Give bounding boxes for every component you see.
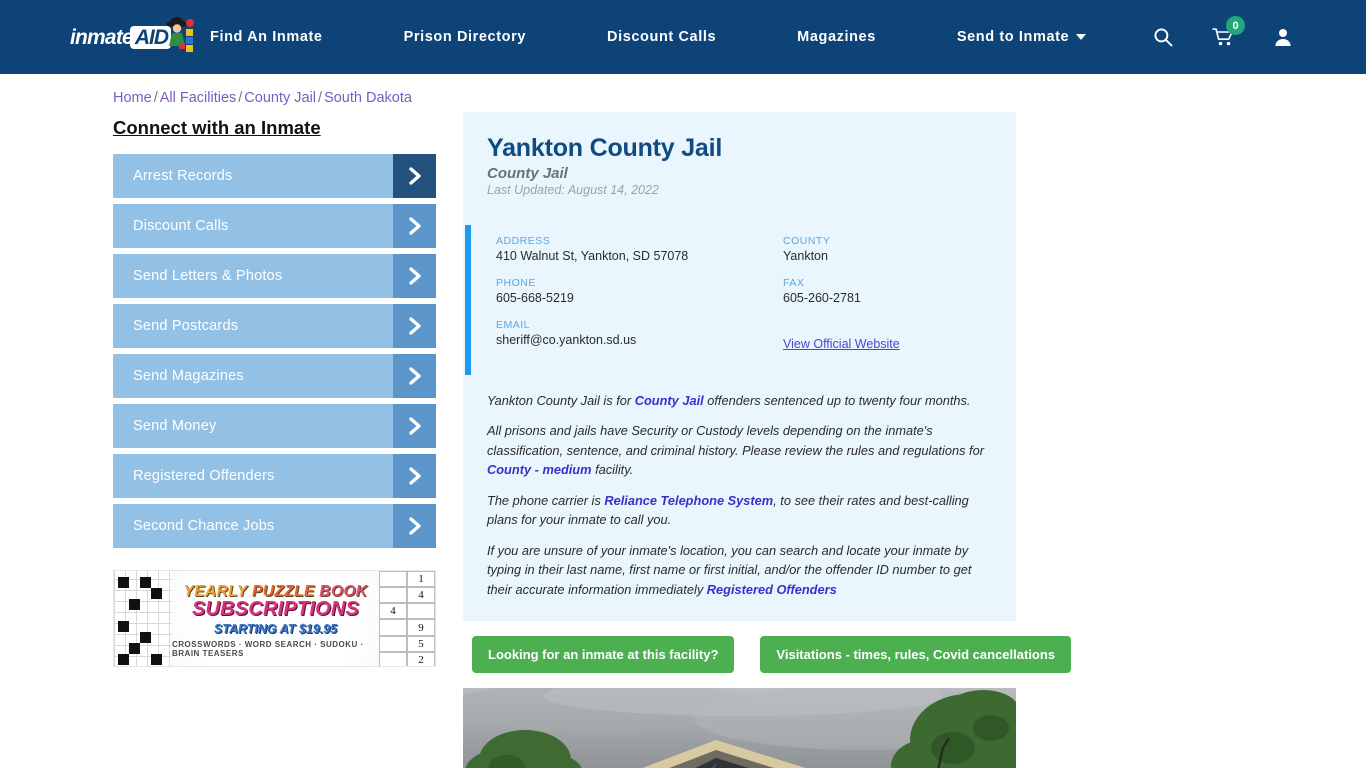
description-paragraph-2: All prisons and jails have Security or C… bbox=[487, 423, 984, 478]
breadcrumb-item-home[interactable]: Home bbox=[113, 90, 152, 106]
link-county-medium[interactable]: County - medium bbox=[487, 462, 592, 477]
breadcrumb-separator: / bbox=[153, 90, 158, 106]
breadcrumb-item-south-dakota[interactable]: South Dakota bbox=[324, 90, 412, 106]
breadcrumb-item-county-jail[interactable]: County Jail bbox=[244, 90, 316, 106]
nav-item-discount-calls[interactable]: Discount Calls bbox=[607, 29, 716, 45]
visitations-button[interactable]: Visitations - times, rules, Covid cancel… bbox=[760, 635, 1072, 673]
address-value: 410 Walnut St, Yankton, SD 57078 bbox=[496, 249, 689, 263]
county-label: COUNTY bbox=[783, 235, 831, 247]
sidebar-item-send-magazines[interactable]: Send Magazines bbox=[113, 354, 436, 398]
sidebar-item-send-money[interactable]: Send Money bbox=[113, 404, 436, 448]
ad-categories: CROSSWORDS · WORD SEARCH · SUDOKU · BRAI… bbox=[172, 640, 364, 659]
sidebar-item-label: Send Money bbox=[133, 418, 217, 434]
facility-photo bbox=[463, 687, 1016, 768]
view-official-website-link[interactable]: View Official Website bbox=[783, 337, 900, 351]
sidebar-item-registered-offenders[interactable]: Registered Offenders bbox=[113, 454, 436, 498]
chevron-right-icon bbox=[393, 354, 436, 398]
sidebar-item-label: Second Chance Jobs bbox=[133, 518, 275, 534]
header-icon-group: 0 bbox=[1152, 0, 1366, 74]
email-label: EMAIL bbox=[496, 319, 531, 331]
contact-column-right: COUNTY Yankton FAX 605-260-2781 View Off… bbox=[756, 235, 1016, 361]
county-value: Yankton bbox=[783, 249, 828, 263]
sidebar: Connect with an Inmate Arrest Records Di… bbox=[113, 112, 450, 768]
link-county-jail[interactable]: County Jail bbox=[635, 393, 704, 408]
nav-item-prison-directory[interactable]: Prison Directory bbox=[404, 29, 526, 45]
main-navigation: Find An Inmate Prison Directory Discount… bbox=[200, 0, 1152, 74]
sidebar-title: Connect with an Inmate bbox=[113, 117, 321, 138]
cart-icon[interactable]: 0 bbox=[1212, 16, 1245, 48]
cart-count-badge: 0 bbox=[1226, 16, 1245, 35]
contact-column-left: ADDRESS 410 Walnut St, Yankton, SD 57078… bbox=[496, 235, 756, 361]
main-content: Yankton County Jail County Jail Last Upd… bbox=[463, 112, 1072, 768]
contact-info-block: ADDRESS 410 Walnut St, Yankton, SD 57078… bbox=[463, 225, 1016, 375]
breadcrumb-separator: / bbox=[238, 90, 243, 106]
description-paragraph-1: Yankton County Jail is for County Jail o… bbox=[487, 393, 971, 408]
sidebar-item-discount-calls[interactable]: Discount Calls bbox=[113, 204, 436, 248]
chevron-right-icon bbox=[393, 254, 436, 298]
nav-item-magazines[interactable]: Magazines bbox=[797, 29, 876, 45]
phone-label: PHONE bbox=[496, 277, 536, 289]
chevron-right-icon bbox=[393, 204, 436, 248]
nav-item-send-to-inmate-label: Send to Inmate bbox=[956, 29, 1070, 45]
sidebar-item-second-chance-jobs[interactable]: Second Chance Jobs bbox=[113, 504, 436, 548]
email-value: sheriff@co.yankton.sd.us bbox=[496, 333, 637, 347]
puzzle-book-ad[interactable]: YEARLY PUZZLE BOOK SUBSCRIPTIONS STARTIN… bbox=[113, 570, 436, 667]
breadcrumb-item-all-facilities[interactable]: All Facilities bbox=[160, 90, 237, 106]
sidebar-item-arrest-records[interactable]: Arrest Records bbox=[113, 154, 436, 198]
phone-value: 605-668-5219 bbox=[496, 291, 574, 305]
ad-price: STARTING AT $19.95 bbox=[213, 622, 338, 637]
link-registered-offenders[interactable]: Registered Offenders bbox=[707, 582, 837, 597]
site-logo[interactable]: inmateAID bbox=[70, 15, 194, 59]
sidebar-item-label: Send Letters & Photos bbox=[133, 268, 283, 284]
address-label: ADDRESS bbox=[496, 235, 551, 247]
sidebar-item-send-letters-photos[interactable]: Send Letters & Photos bbox=[113, 254, 436, 298]
search-icon[interactable] bbox=[1152, 26, 1174, 48]
sidebar-item-label: Registered Offenders bbox=[133, 468, 275, 484]
facility-type: County Jail bbox=[487, 165, 568, 182]
fax-value: 605-260-2781 bbox=[783, 291, 861, 305]
description-paragraph-4: If you are unsure of your inmate's locat… bbox=[487, 542, 972, 597]
cta-button-row: Looking for an inmate at this facility? … bbox=[472, 635, 1072, 673]
crossword-graphic bbox=[114, 571, 172, 666]
chevron-right-icon bbox=[393, 504, 436, 548]
page-title: Yankton County Jail bbox=[487, 134, 723, 162]
sidebar-item-send-postcards[interactable]: Send Postcards bbox=[113, 304, 436, 348]
facility-panel: Yankton County Jail County Jail Last Upd… bbox=[463, 112, 1016, 621]
sidebar-item-label: Send Magazines bbox=[133, 368, 244, 384]
nav-item-send-to-inmate[interactable]: Send to Inmate bbox=[956, 29, 1087, 45]
chevron-right-icon bbox=[393, 454, 436, 498]
fax-label: FAX bbox=[783, 277, 805, 289]
chevron-right-icon bbox=[393, 154, 436, 198]
ad-subheadline: SUBSCRIPTIONS bbox=[191, 598, 360, 621]
find-inmate-button[interactable]: Looking for an inmate at this facility? bbox=[472, 635, 735, 673]
chevron-right-icon bbox=[393, 304, 436, 348]
link-reliance-telephone-system[interactable]: Reliance Telephone System bbox=[604, 493, 773, 508]
sidebar-item-label: Discount Calls bbox=[133, 218, 229, 234]
chevron-down-icon bbox=[1076, 34, 1087, 40]
nav-item-find-an-inmate[interactable]: Find An Inmate bbox=[210, 29, 323, 45]
sidebar-item-label: Send Postcards bbox=[133, 318, 239, 334]
user-icon[interactable] bbox=[1272, 26, 1294, 48]
logo-link[interactable]: inmateAID bbox=[0, 0, 200, 74]
sudoku-graphic: 1 4 4 9 5 2 bbox=[379, 571, 435, 666]
description-paragraph-3: The phone carrier is Reliance Telephone … bbox=[487, 492, 969, 528]
breadcrumb-separator: / bbox=[318, 90, 323, 106]
last-updated: Last Updated: August 14, 2022 bbox=[487, 183, 659, 197]
site-header: inmateAID Find An Inmate Prison Director… bbox=[0, 0, 1366, 74]
sidebar-item-label: Arrest Records bbox=[133, 168, 233, 184]
page-body: Home / All Facilities / County Jail / South Da… bbox=[0, 74, 1366, 768]
facility-description: Yankton County Jail is for County Jail o… bbox=[463, 375, 1016, 621]
breadcrumb: Home / All Facilities / County Jail / South Da… bbox=[0, 74, 1366, 106]
chevron-right-icon bbox=[393, 404, 436, 448]
mascot-icon bbox=[166, 17, 194, 52]
